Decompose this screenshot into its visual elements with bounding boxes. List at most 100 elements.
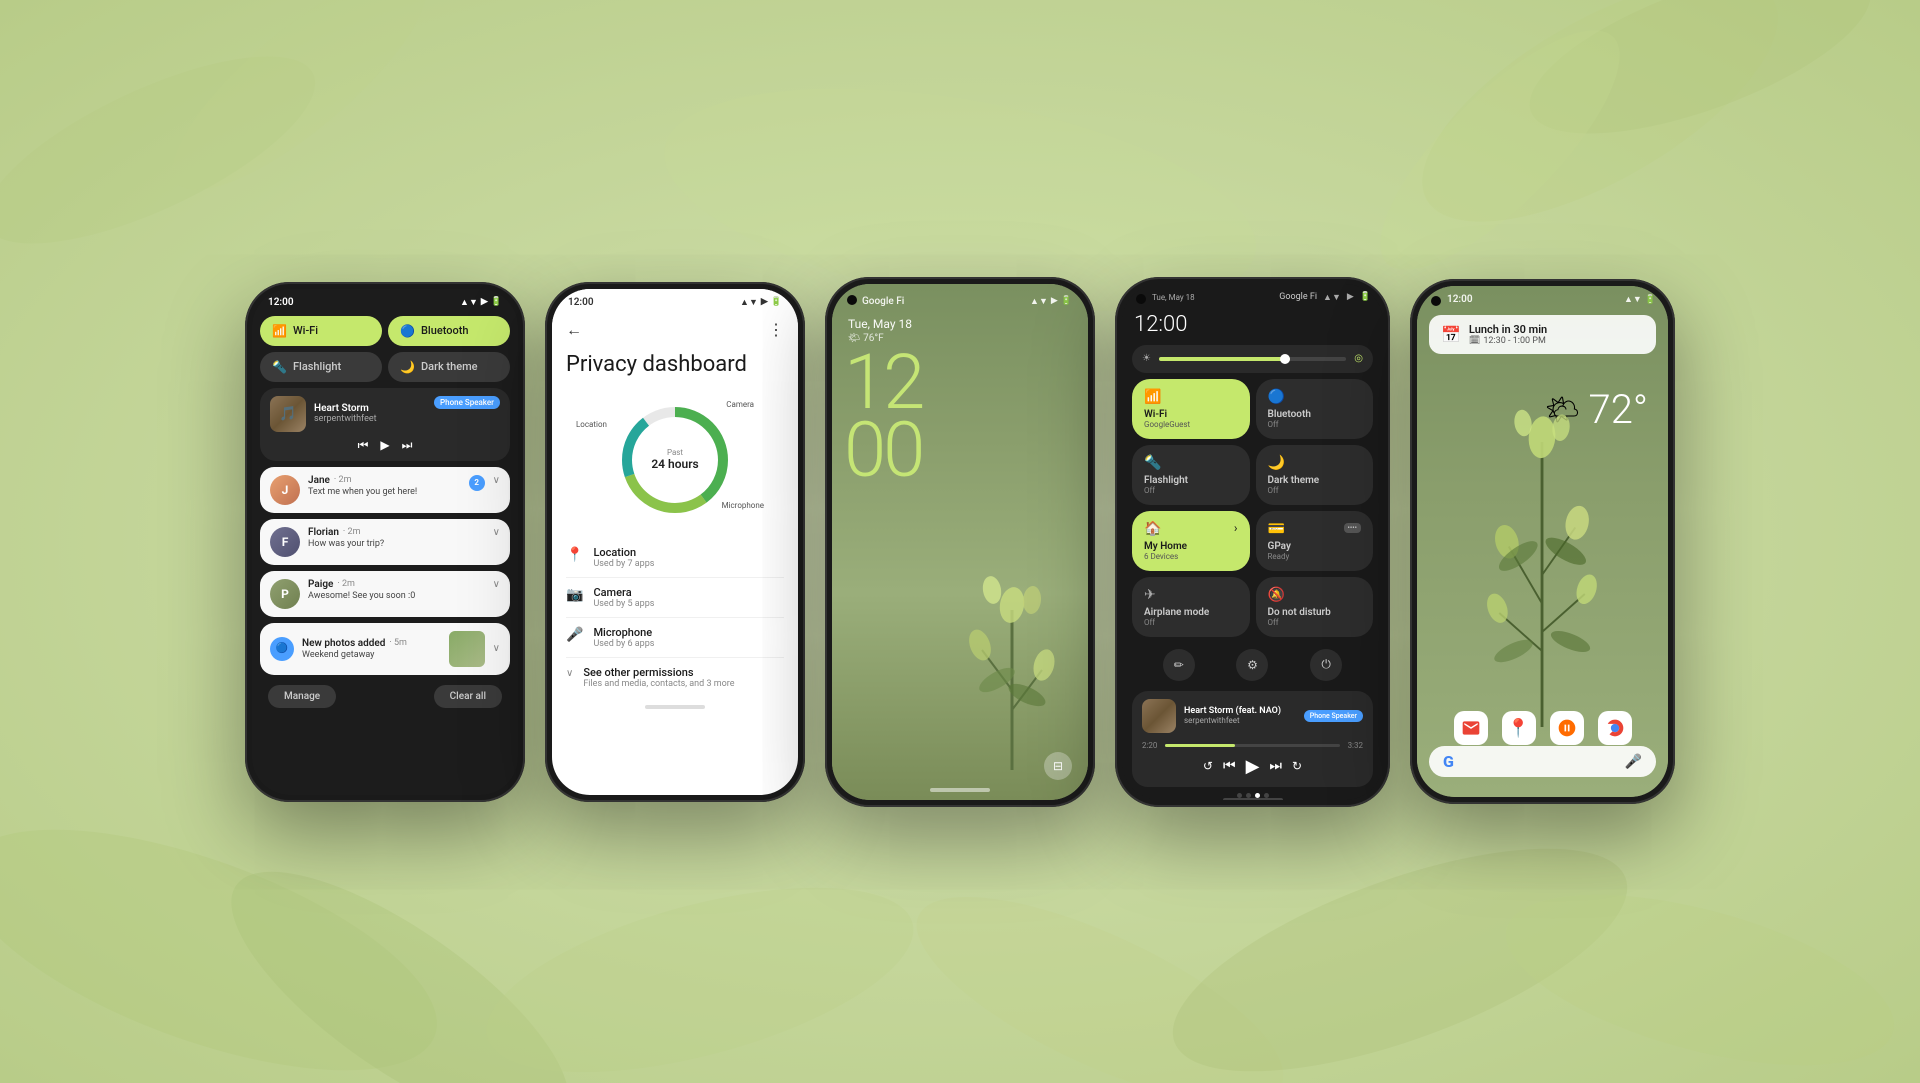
phone1-screen: 12:00 ▲▼ ▶ 🔋 📶 Wi-Fi 🔵 Bluetoo <box>252 289 518 795</box>
p4-dark-theme-tile[interactable]: 🌙 Dark theme Off <box>1256 445 1374 505</box>
p4-prev-button[interactable]: ⏮ <box>1223 758 1236 774</box>
lock-screen-date: Tue, May 18 <box>832 311 1088 331</box>
phone2-status-icons: ▲▼ ▶ 🔋 <box>740 297 782 308</box>
recents-button[interactable]: ⊟ <box>1044 752 1072 780</box>
phone2-header: ← ⋮ <box>552 312 798 348</box>
phone4-content: Tue, May 18 Google Fi ▲▼ ▶ 🔋 12:00 <box>1122 284 1383 800</box>
brightness-icon: ☀ <box>1142 353 1151 364</box>
chrome-icon[interactable] <box>1598 711 1632 745</box>
lock-screen-flowers <box>832 510 1088 770</box>
expand-icon-photos[interactable]: ∨ <box>493 643 500 654</box>
notification-jane: J Jane · 2m Text me when you get here! 2… <box>260 467 510 513</box>
p4-home-tile[interactable]: 🏠 My Home 6 Devices › <box>1132 511 1250 571</box>
bluetooth-tile[interactable]: 🔵 Bluetooth <box>388 316 510 346</box>
location-permission[interactable]: 📍 Location Used by 7 apps <box>566 538 784 578</box>
maps-pin-icon: 📍 <box>1507 718 1529 739</box>
p4-shuffle-button[interactable]: ↻ <box>1292 759 1302 773</box>
p4-next-button[interactable]: ⏭ <box>1269 758 1282 774</box>
more-button[interactable]: ⋮ <box>768 320 784 339</box>
location-perm-info: Location Used by 7 apps <box>593 546 654 569</box>
p4-progress-row: 2:20 3:32 <box>1142 739 1363 752</box>
phone4-frame: Tue, May 18 Google Fi ▲▼ ▶ 🔋 12:00 <box>1115 277 1390 807</box>
play-button[interactable]: ▶ <box>380 438 389 452</box>
p4-airplane-sub: Off <box>1144 618 1238 627</box>
camera-label: Camera <box>726 400 754 409</box>
brightness-slider[interactable]: ☀ ◎ <box>1132 345 1373 373</box>
phone4-status-bar: Tue, May 18 Google Fi ▲▼ ▶ 🔋 <box>1122 284 1383 307</box>
notif-time-jane: · 2m <box>334 475 352 485</box>
back-button[interactable]: ← <box>566 320 582 340</box>
expand-icon-jane[interactable]: ∨ <box>493 475 500 486</box>
event-title: Lunch in 30 min <box>1469 323 1547 336</box>
settings-button[interactable]: ⚙ <box>1236 649 1268 681</box>
search-bar[interactable]: G 🎤 <box>1429 746 1656 777</box>
bluetooth-tile-icon: 🔵 <box>400 324 415 338</box>
p4-progress-fill <box>1165 744 1235 747</box>
p3-battery-icon: 🔋 <box>1061 296 1072 306</box>
phone3-content: Google Fi ▲▼ ▶ 🔋 Tue, May 18 🌤 76°F 1200 <box>832 284 1088 800</box>
dark-theme-tile-label: Dark theme <box>421 360 478 373</box>
p4-play-button[interactable]: ▶ <box>1246 756 1260 777</box>
phone3-status-bar: Google Fi ▲▼ ▶ 🔋 <box>832 284 1088 311</box>
next-button[interactable]: ⏭ <box>402 438 413 453</box>
expand-icon-paige[interactable]: ∨ <box>493 579 500 590</box>
p4-gpay-tile[interactable]: 💳 •••• GPay Ready <box>1256 511 1374 571</box>
p4-dark-theme-icon: 🌙 <box>1268 455 1362 471</box>
p4-home-content: 🏠 My Home 6 Devices <box>1144 521 1187 561</box>
music-thumbnail: 🎵 <box>270 396 306 432</box>
gmail-icon[interactable] <box>1454 711 1488 745</box>
notif-content-jane: Jane · 2m Text me when you get here! <box>308 475 461 497</box>
p4-bluetooth-sub: Off <box>1268 420 1362 429</box>
clear-all-button[interactable]: Clear all <box>434 685 502 708</box>
prev-button[interactable]: ⏮ <box>358 438 369 453</box>
phone1-actions: Manage Clear all <box>252 681 518 716</box>
see-other-info: See other permissions Files and media, c… <box>583 666 734 689</box>
p4-bluetooth-icon: 🔵 <box>1268 389 1362 405</box>
manage-button[interactable]: Manage <box>268 685 336 708</box>
phone1-status-bar: 12:00 ▲▼ ▶ 🔋 <box>252 289 518 312</box>
p2-battery-icon: 🔋 <box>771 297 782 307</box>
p4-dnd-tile[interactable]: 🔕 Do not disturb Off <box>1256 577 1374 637</box>
see-other-permissions[interactable]: ∨ See other permissions Files and media,… <box>566 658 784 697</box>
avatar-jane: J <box>270 475 300 505</box>
p4-repeat-button[interactable]: ↺ <box>1203 759 1213 773</box>
phone5-status-bar: 12:00 ▲▼ 🔋 <box>1417 286 1668 309</box>
phone5-frame: 12:00 ▲▼ 🔋 📅 Lunch in 30 min 🗓 12:30 - 1… <box>1410 279 1675 804</box>
flashlight-tile[interactable]: 🔦 Flashlight <box>260 352 382 382</box>
event-card[interactable]: 📅 Lunch in 30 min 🗓 12:30 - 1:00 PM <box>1429 315 1656 354</box>
notif-content-photos: New photos added · 5m Weekend getaway <box>302 638 441 660</box>
p4-camera-hole <box>1136 294 1146 304</box>
home-flowers-svg <box>1417 366 1668 727</box>
p4-airplane-tile[interactable]: ✈ Airplane mode Off <box>1132 577 1250 637</box>
mic-icon[interactable]: 🎤 <box>1625 754 1642 770</box>
camera-icon: 📷 <box>566 587 583 603</box>
phone1-notifications: J Jane · 2m Text me when you get here! 2… <box>252 467 518 675</box>
microphone-permission[interactable]: 🎤 Microphone Used by 6 apps <box>566 618 784 658</box>
dark-theme-tile[interactable]: 🌙 Dark theme <box>388 352 510 382</box>
photos-icon[interactable] <box>1550 711 1584 745</box>
wifi-tile[interactable]: 📶 Wi-Fi <box>260 316 382 346</box>
p4-music-card: Heart Storm (feat. NAO) serpentwithfeet … <box>1132 691 1373 787</box>
bluetooth-tile-label: Bluetooth <box>421 324 469 337</box>
p4-wifi-icon: ▶ <box>1347 292 1354 302</box>
phone2-time: 12:00 <box>568 297 594 308</box>
camera-permission[interactable]: 📷 Camera Used by 5 apps <box>566 578 784 618</box>
see-other-label: See other permissions <box>583 666 734 679</box>
p5-battery-icon: 🔋 <box>1645 295 1656 305</box>
p4-signal-icon: ▲▼ <box>1323 292 1341 303</box>
expand-icon-florian[interactable]: ∨ <box>493 527 500 538</box>
p4-dark-theme-sub: Off <box>1268 486 1362 495</box>
p4-flashlight-tile[interactable]: 🔦 Flashlight Off <box>1132 445 1250 505</box>
avatar-florian: F <box>270 527 300 557</box>
home-screen-flowers <box>1417 366 1668 727</box>
edit-button[interactable]: ✏ <box>1163 649 1195 681</box>
maps-icon[interactable]: 📍 <box>1502 711 1536 745</box>
p4-home-name: My Home <box>1144 541 1187 552</box>
p4-dnd-name: Do not disturb <box>1268 607 1362 618</box>
p4-bluetooth-tile[interactable]: 🔵 Bluetooth Off <box>1256 379 1374 439</box>
p4-wifi-tile[interactable]: 📶 Wi-Fi GoogleGuest <box>1132 379 1250 439</box>
p4-home-sub: 6 Devices <box>1144 552 1187 561</box>
p4-battery-icon: 🔋 <box>1360 292 1371 302</box>
power-button[interactable]: ⏻ <box>1310 649 1342 681</box>
p4-progress-bar <box>1165 744 1339 747</box>
